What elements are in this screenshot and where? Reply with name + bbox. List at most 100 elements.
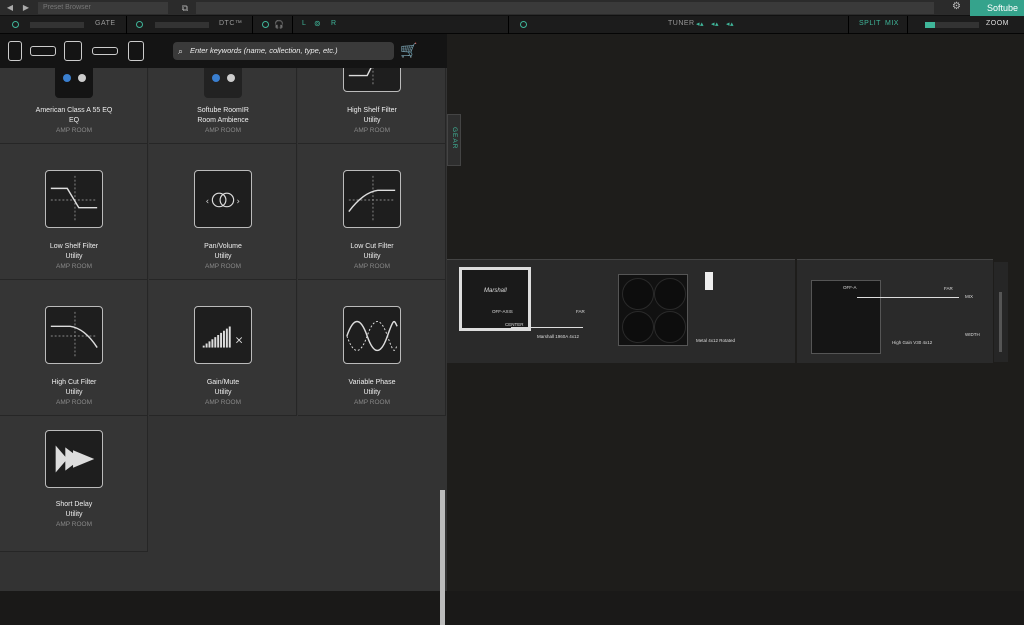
gate-power-icon[interactable]	[12, 21, 19, 28]
split-button[interactable]: SPLIT	[859, 20, 881, 27]
preset-card[interactable]: ‹ › Pan/Volume Utility AMP ROOM	[149, 144, 297, 280]
preset-collection: AMP ROOM	[56, 263, 92, 270]
preset-card[interactable]: High Shelf Filter Utility AMP ROOM	[298, 68, 446, 144]
metal-cabinet[interactable]	[618, 274, 688, 346]
preset-type: Utility	[65, 389, 83, 396]
path-field[interactable]	[196, 2, 934, 14]
brand-label: Softube	[986, 3, 1018, 13]
preset-thumbnail	[343, 306, 401, 364]
svg-text:×: ×	[235, 334, 244, 347]
speaker	[622, 278, 654, 310]
cart-icon[interactable]: 🛒	[400, 42, 422, 60]
preset-type: Room Ambience	[197, 117, 249, 124]
preset-type: Utility	[363, 253, 381, 260]
preset-card[interactable]: Variable Phase Utility AMP ROOM	[298, 280, 446, 416]
preset-thumbnail	[204, 68, 242, 98]
amp-head-category-icon[interactable]	[30, 46, 56, 56]
speaker	[654, 278, 686, 310]
cabinet-model-label: Marshall 1960A 4x12	[537, 334, 580, 339]
speaker	[622, 311, 654, 343]
browser-scrollbar[interactable]	[440, 490, 445, 625]
preset-card[interactable]: × Gain/Mute Utility AMP ROOM	[149, 280, 297, 416]
dtc-slider[interactable]	[155, 22, 209, 28]
output-power-icon[interactable]	[262, 21, 269, 28]
mic-track	[857, 297, 959, 298]
link-icon[interactable]: ⊚	[314, 19, 321, 28]
divider	[848, 16, 849, 34]
cabinet-slot-1[interactable]: Marshall OFF-AXIS FAR CENTER Marshall 19…	[447, 259, 612, 363]
search-input[interactable]: Enter keywords (name, collection, type, …	[173, 42, 394, 60]
preset-thumbnail	[55, 68, 93, 98]
top-bar: ◀ ▶ Preset Browser ⧉ ⚙ Softube	[0, 0, 1024, 16]
tuner-flat-icon[interactable]: ◂▴	[696, 20, 704, 28]
zoom-slider[interactable]	[925, 22, 979, 28]
svg-text:›: ›	[237, 197, 240, 207]
divider	[292, 16, 293, 34]
high-gain-cabinet[interactable]	[811, 280, 881, 354]
rack-category-icon[interactable]	[92, 47, 118, 55]
gear-icon[interactable]: ⚙	[952, 1, 961, 12]
wrench-category-icon[interactable]	[128, 41, 144, 61]
divider	[907, 16, 908, 34]
mic-center-label: CENTER	[505, 322, 524, 327]
forward-arrow-icon[interactable]: ▶	[19, 2, 33, 14]
preset-card[interactable]: High Cut Filter Utility AMP ROOM	[0, 280, 148, 416]
preset-thumbnail	[45, 430, 103, 488]
preset-grid: American Class A 55 EQ EQ AMP ROOM Softube …	[0, 68, 447, 591]
right-channel-button[interactable]: R	[331, 20, 337, 27]
preset-type: Utility	[214, 253, 232, 260]
cabinet-model-label: Metal 4x12 Rotated	[696, 338, 736, 343]
mic-selector[interactable]	[705, 272, 713, 290]
pedal-category-icon[interactable]	[8, 41, 22, 61]
preset-thumbnail	[45, 170, 103, 228]
tuner-center-icon[interactable]: ◂▴	[711, 20, 719, 28]
gear-tab-label: GEAR	[451, 127, 458, 150]
mic-off-axis-label: OFF-AXIS	[492, 309, 513, 314]
preset-type: Utility	[65, 253, 83, 260]
preset-thumbnail: ×	[194, 306, 252, 364]
preset-card[interactable]: American Class A 55 EQ EQ AMP ROOM	[0, 68, 148, 144]
mix-button[interactable]: MIX	[885, 20, 899, 27]
preset-thumbnail	[343, 170, 401, 228]
preset-card[interactable]: Softube RoomIR Room Ambience AMP ROOM	[149, 68, 297, 144]
preset-type: Utility	[65, 511, 83, 518]
headphones-icon[interactable]: 🎧	[274, 20, 284, 29]
preset-type: Utility	[214, 389, 232, 396]
back-arrow-icon[interactable]: ◀	[3, 2, 17, 14]
cabinet-model-label: High Gain V30 4x12	[892, 340, 933, 345]
cabinet-slot-3[interactable]: OFF-A FAR MIX WIDTH High Gain V30 4x12	[797, 259, 993, 363]
preset-collection: AMP ROOM	[205, 399, 241, 406]
search-icon: ⌕	[178, 46, 184, 56]
preset-collection: AMP ROOM	[354, 399, 390, 406]
gear-tab[interactable]: GEAR	[447, 114, 461, 166]
preset-card[interactable]: Low Cut Filter Utility AMP ROOM	[298, 144, 446, 280]
preset-browser-field[interactable]: Preset Browser	[38, 2, 168, 14]
tuner-power-icon[interactable]	[520, 21, 527, 28]
preset-card[interactable]: Short Delay Utility AMP ROOM	[0, 416, 148, 552]
tuner-label: TUNER	[668, 20, 695, 27]
preset-browser-panel: Enter keywords (name, collection, type, …	[0, 34, 447, 625]
output-fader[interactable]	[999, 292, 1002, 352]
gate-label: GATE	[95, 20, 116, 27]
tuner-sharp-icon[interactable]: ◂▴	[726, 20, 734, 28]
cabinet-slot-2[interactable]: Metal 4x12 Rotated	[612, 259, 795, 363]
cabinet-category-icon[interactable]	[64, 41, 82, 61]
preset-thumbnail	[45, 306, 103, 364]
preset-card[interactable]: Low Shelf Filter Utility AMP ROOM	[0, 144, 148, 280]
preset-name: Low Shelf Filter	[49, 243, 99, 250]
preset-collection: AMP ROOM	[354, 127, 390, 134]
preset-type: Utility	[363, 389, 381, 396]
browser-toolbar: Enter keywords (name, collection, type, …	[0, 34, 447, 68]
dtc-label: DTC™	[219, 20, 243, 27]
gate-slider[interactable]	[30, 22, 84, 28]
preset-collection: AMP ROOM	[354, 263, 390, 270]
window-icon[interactable]: ⧉	[178, 2, 192, 14]
cabinet-brand-label: Marshall	[484, 288, 507, 294]
mic-track	[511, 327, 583, 328]
dtc-power-icon[interactable]	[136, 21, 143, 28]
preset-collection: AMP ROOM	[56, 127, 92, 134]
left-channel-button[interactable]: L	[302, 20, 306, 27]
signal-chain-bar: GATE DTC™ 🎧 L ⊚ R TUNER ◂▴ ◂▴ ◂▴ SPLIT M…	[0, 16, 1024, 34]
mic-off-axis-label: OFF-A	[843, 285, 857, 290]
preset-collection: AMP ROOM	[205, 127, 241, 134]
